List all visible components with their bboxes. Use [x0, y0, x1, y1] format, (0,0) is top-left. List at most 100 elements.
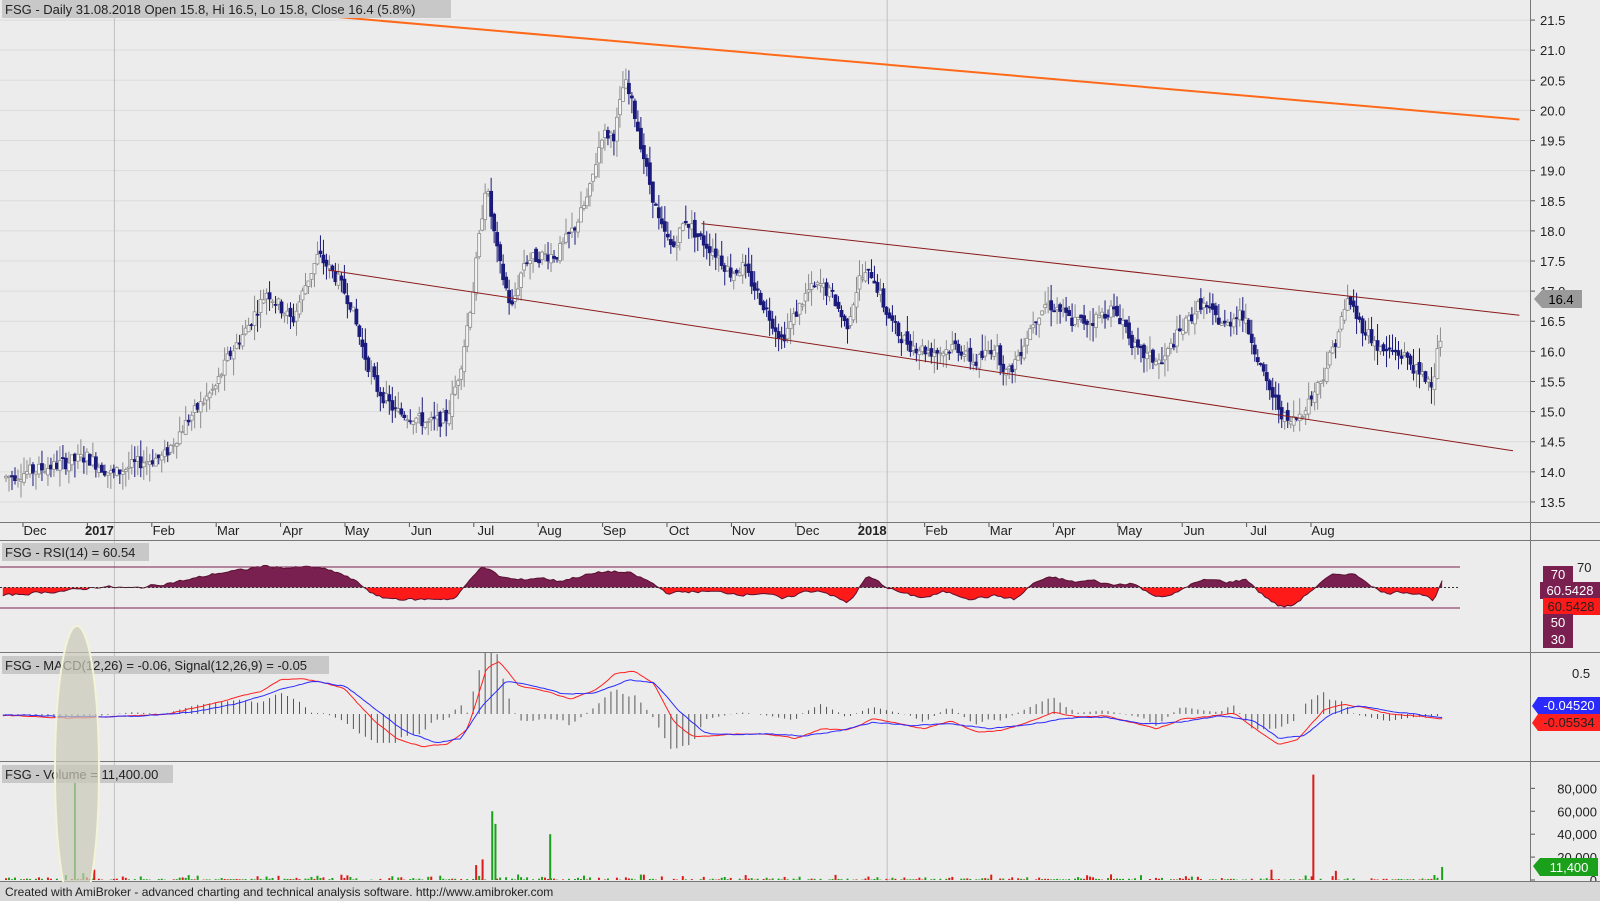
candle-body [1046, 302, 1051, 306]
candle-body [423, 422, 428, 428]
candle-body [1178, 328, 1182, 332]
candle-body [896, 322, 901, 337]
candle-body [734, 269, 739, 274]
candle-body [1408, 355, 1413, 365]
price-tick-label: 18.0 [1540, 224, 1565, 239]
candle-body [947, 351, 952, 354]
candle-body [345, 295, 350, 305]
candle-body [1324, 367, 1329, 382]
candle-body [40, 463, 44, 471]
candle-body [249, 324, 254, 326]
signal-badge: -0.04520 [1543, 698, 1594, 713]
candle-body [234, 342, 239, 350]
candle-body [1010, 365, 1015, 373]
footer-text: Created with AmiBroker - advanced charti… [5, 885, 553, 899]
candle-body [1073, 316, 1077, 325]
candle-body [309, 273, 314, 280]
candle-body [267, 292, 272, 300]
candle-body [189, 414, 194, 421]
candle-body [585, 196, 589, 207]
candle-body [366, 357, 371, 373]
candle-body [1255, 357, 1260, 363]
candle-body [1028, 328, 1033, 341]
candle-body [800, 304, 805, 307]
candle-body [902, 334, 907, 341]
candle-body [1103, 313, 1107, 319]
candle-body [1043, 304, 1048, 309]
candle-body [1294, 417, 1299, 420]
candle-body [336, 273, 341, 286]
candle-body [914, 348, 919, 354]
price-tick-label: 16.0 [1540, 344, 1565, 359]
candle-body [1249, 333, 1254, 344]
candle-body [273, 303, 278, 306]
candle-body [363, 342, 368, 360]
candle-body [58, 460, 62, 471]
candle-body [650, 181, 655, 203]
candle-body [1366, 329, 1371, 337]
candle-body [621, 87, 625, 102]
candle-body [1333, 343, 1338, 347]
candle-body [576, 221, 580, 233]
candle-body [306, 280, 311, 287]
candle-body [498, 244, 503, 262]
price-tick-label: 15.5 [1540, 374, 1565, 389]
candle-body [719, 255, 724, 266]
candle-body [788, 321, 793, 329]
candle-body [49, 464, 53, 470]
candle-body [579, 207, 583, 223]
candle-body [1163, 355, 1167, 361]
candle-body [537, 259, 541, 264]
time-tick-label: Oct [669, 523, 690, 538]
candle-body [1172, 344, 1176, 348]
candle-body [147, 461, 152, 466]
candle-body [594, 164, 598, 178]
candle-body [591, 173, 595, 182]
candle-body [588, 183, 592, 197]
candle-body [716, 255, 721, 259]
candle-body [480, 218, 485, 231]
candle-body [1411, 364, 1416, 374]
candle-body [1207, 306, 1212, 309]
candle-body [603, 129, 607, 138]
candle-body [177, 431, 182, 445]
candle-body [22, 473, 26, 483]
candle-body [1037, 317, 1042, 326]
candle-body [156, 454, 161, 459]
candle-body [1133, 342, 1137, 347]
candle-body [977, 354, 982, 369]
candle-body [78, 454, 83, 458]
candle-body [564, 233, 568, 243]
candle-body [84, 451, 89, 462]
candle-body [615, 116, 619, 142]
candle-body [1342, 309, 1347, 321]
candle-body [1240, 310, 1245, 321]
candle-body [351, 306, 356, 312]
candle-body [1420, 371, 1425, 375]
candle-body [294, 310, 299, 322]
candle-body [758, 292, 763, 305]
candle-body [857, 275, 862, 290]
candle-body [34, 471, 38, 475]
candle-body [1381, 344, 1386, 352]
candle-body [1336, 331, 1341, 348]
candle-body [246, 325, 251, 333]
candle-body [61, 457, 65, 460]
candle-body [836, 301, 841, 309]
candle-body [851, 304, 856, 321]
candle-body [1225, 322, 1230, 326]
candle-body [1300, 416, 1305, 418]
candle-body [815, 281, 820, 285]
candle-body [998, 345, 1003, 366]
candle-body [195, 403, 200, 410]
candle-body [842, 315, 847, 322]
candle-body [534, 248, 538, 263]
candle-body [662, 221, 667, 232]
candle-body [552, 255, 556, 259]
candle-body [43, 471, 47, 474]
candle-body [201, 402, 206, 405]
time-tick-label: May [345, 523, 370, 538]
candle-body [1058, 304, 1063, 312]
candle-body [528, 260, 532, 264]
rsi-badge-30: 30 [1551, 632, 1565, 647]
